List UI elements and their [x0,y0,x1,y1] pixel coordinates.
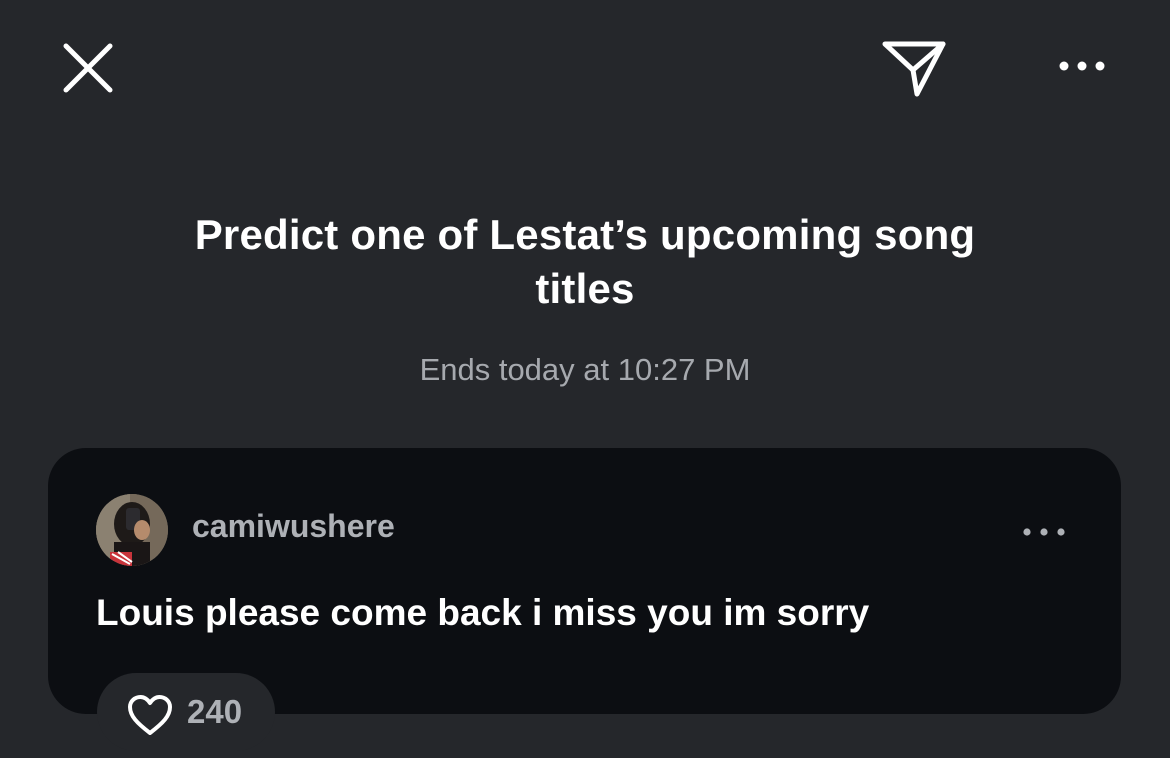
like-button[interactable]: 240 [97,673,275,751]
prompt-title: Predict one of Lestat’s upcoming song ti… [194,211,976,312]
share-button[interactable] [870,28,958,108]
reply-username[interactable]: camiwushere [192,506,395,546]
close-button[interactable] [48,28,128,108]
send-icon [882,41,946,97]
more-horizontal-icon [1059,61,1105,71]
avatar-image [96,494,168,566]
prompt-screen: Predict one of Lestat’s upcoming song ti… [0,0,1170,758]
reply-more-options-button[interactable] [1016,514,1072,550]
more-horizontal-icon [1023,528,1065,536]
close-icon [63,43,113,93]
ends-time-text: Ends today at 10:27 PM [419,352,751,387]
like-count: 240 [187,693,243,730]
heart-icon [128,695,172,735]
more-options-button[interactable] [1048,40,1116,92]
reply-message: Louis please come back i miss you im sor… [96,592,870,633]
avatar[interactable] [96,494,168,566]
